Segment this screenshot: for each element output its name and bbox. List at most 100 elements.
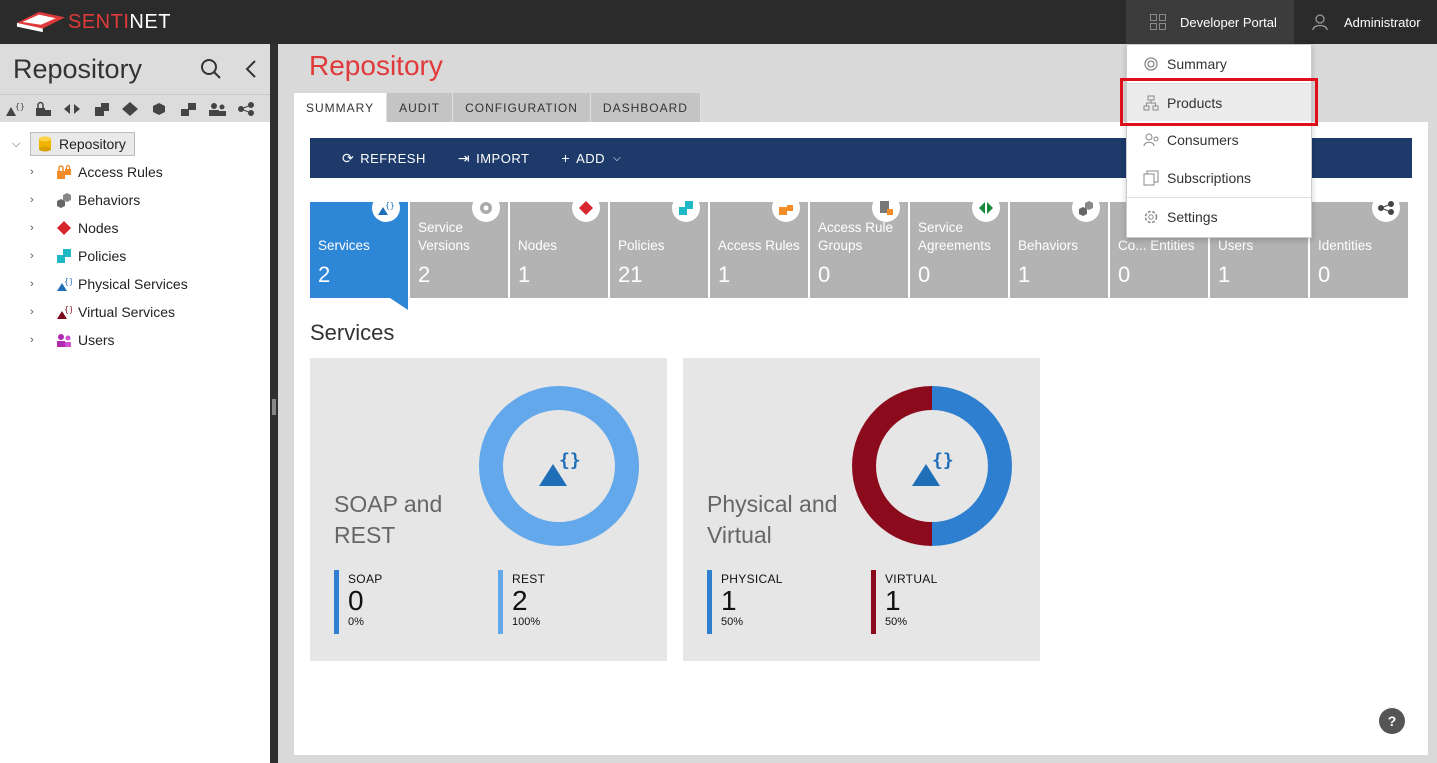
filter-services-icon[interactable]: {} [4, 101, 24, 117]
cubes-icon [57, 193, 71, 208]
repository-tree: ⌵ Repository › Access Rules › Behaviors … [0, 122, 270, 354]
tree-item-label: Physical Services [78, 276, 188, 292]
import-icon: ⇥ [457, 149, 471, 166]
chevron-right-icon[interactable]: › [30, 306, 42, 318]
tree-item-physical-services[interactable]: › {} Physical Services [0, 270, 270, 298]
tree-item-label: Behaviors [78, 192, 141, 208]
tab-audit[interactable]: AUDIT [387, 93, 454, 122]
tile-count: 1 [1018, 262, 1031, 287]
card-title: Physical and Virtual [707, 491, 838, 548]
tile-access-rule-groups[interactable]: Access Rule Groups 0 [810, 194, 908, 298]
node-icon [572, 194, 600, 222]
tab-dashboard[interactable]: DASHBOARD [590, 93, 701, 122]
filter-agreement-icon[interactable] [62, 101, 82, 117]
tree-item-users[interactable]: › Users [0, 326, 270, 354]
consumers-icon [1143, 133, 1159, 147]
tile-count: 1 [518, 262, 531, 287]
physical-virtual-card[interactable]: Physical and Virtual {} PHYSICAL 1 50% V… [683, 358, 1040, 661]
tile-label: Nodes [518, 238, 558, 253]
physical-virtual-donut: {} [852, 386, 1012, 546]
tile-count: 2 [318, 262, 331, 287]
developer-portal-button[interactable]: Developer Portal [1126, 0, 1294, 44]
tile-count: 1 [1218, 262, 1231, 287]
tree-item-label: Users [78, 332, 115, 348]
tile-services[interactable]: {} Services 2 [310, 194, 408, 310]
chevron-down-icon[interactable]: ⌵ [12, 138, 24, 151]
filter-lock-icon[interactable] [33, 101, 53, 117]
refresh-icon: ⟳ [342, 149, 355, 166]
physical-service-icon: {} [57, 277, 72, 291]
tree-item-behaviors[interactable]: › Behaviors [0, 186, 270, 214]
lock-icon [772, 194, 800, 222]
tree-item-policies[interactable]: › Policies [0, 242, 270, 270]
chevron-right-icon[interactable]: › [30, 250, 42, 262]
search-icon[interactable] [200, 58, 222, 80]
menu-item-consumers[interactable]: Consumers [1127, 121, 1311, 159]
menu-item-subscriptions[interactable]: Subscriptions [1127, 159, 1311, 197]
tile-identities[interactable]: Identities 0 [1310, 194, 1408, 298]
tab-configuration[interactable]: CONFIGURATION [453, 93, 591, 122]
chevron-right-icon[interactable]: › [30, 222, 42, 234]
highlight-box [1120, 78, 1318, 126]
add-button[interactable]: + ADD ⌵ [561, 150, 621, 166]
sentinet-logo[interactable]: SENTINET [14, 8, 171, 36]
user-icon [1312, 14, 1328, 30]
tree-item-access-rules[interactable]: › Access Rules [0, 158, 270, 186]
filter-node-icon[interactable] [120, 101, 140, 117]
tile-label: Policies [618, 238, 665, 253]
user-menu[interactable]: Administrator [1312, 0, 1421, 44]
svg-text:{}: {} [932, 450, 954, 471]
chevron-right-icon[interactable]: › [30, 194, 42, 206]
section-title: Services [310, 320, 395, 345]
filter-policy-icon[interactable] [91, 101, 111, 117]
tree-root[interactable]: ⌵ Repository [0, 130, 270, 158]
tree-item-label: Nodes [78, 220, 119, 236]
document-lock-icon [872, 194, 900, 222]
tile-label: Behaviors [1018, 238, 1079, 253]
service-icon: {} [372, 194, 400, 222]
tile-count: 21 [618, 262, 643, 287]
identities-icon [1372, 194, 1400, 222]
filter-identities-icon[interactable] [236, 101, 256, 117]
tile-service-versions[interactable]: Service Versions 2 [410, 194, 508, 298]
plus-icon: + [561, 150, 571, 166]
tile-policies[interactable]: Policies 21 [610, 194, 708, 298]
page-title: Repository [309, 50, 443, 81]
tree-item-nodes[interactable]: › Nodes [0, 214, 270, 242]
tile-behaviors[interactable]: Behaviors 1 [1010, 194, 1108, 298]
tile-access-rules[interactable]: Access Rules 1 [710, 194, 808, 298]
tile-nodes[interactable]: Nodes 1 [510, 194, 608, 298]
menu-item-settings[interactable]: Settings [1127, 197, 1311, 235]
tree-item-virtual-services[interactable]: › {} Virtual Services [0, 298, 270, 326]
users-icon [57, 334, 71, 347]
svg-text:{}: {} [385, 201, 395, 210]
tile-label: Access Rules [718, 238, 800, 253]
chevron-right-icon[interactable]: › [30, 278, 42, 290]
tile-service-agreements[interactable]: Service Agreements 0 [910, 194, 1008, 298]
filter-entity-icon[interactable] [178, 101, 198, 117]
policy-icon [57, 249, 71, 263]
help-button[interactable]: ? [1379, 708, 1405, 734]
node-icon [57, 221, 71, 235]
panel-splitter[interactable] [270, 44, 278, 763]
tree-item-label: Access Rules [78, 164, 163, 180]
chevron-right-icon[interactable]: › [30, 334, 42, 346]
soap-rest-donut: {} [479, 386, 639, 546]
tile-label: Co... Entities [1118, 238, 1195, 253]
tile-label: Services [318, 238, 370, 253]
import-button[interactable]: ⇥ IMPORT [458, 150, 530, 167]
tab-bar: SUMMARY AUDIT CONFIGURATION DASHBOARD [294, 93, 701, 122]
chevron-right-icon[interactable]: › [30, 166, 42, 178]
gear-icon [472, 194, 500, 222]
soap-rest-card[interactable]: SOAP and REST {} SOAP 0 0% REST 2 100% [310, 358, 667, 661]
filter-users-icon[interactable] [207, 101, 227, 117]
refresh-button[interactable]: ⟳ REFRESH [342, 150, 426, 167]
policy-icon [672, 194, 700, 222]
apps-grid-icon [1150, 14, 1166, 30]
developer-portal-label: Developer Portal [1180, 14, 1277, 30]
tab-summary[interactable]: SUMMARY [294, 93, 388, 122]
tree-root-label[interactable]: Repository [30, 132, 135, 156]
collapse-panel-icon[interactable] [244, 58, 258, 80]
filter-behavior-icon[interactable] [149, 101, 169, 117]
splitter-grip[interactable] [272, 399, 276, 415]
